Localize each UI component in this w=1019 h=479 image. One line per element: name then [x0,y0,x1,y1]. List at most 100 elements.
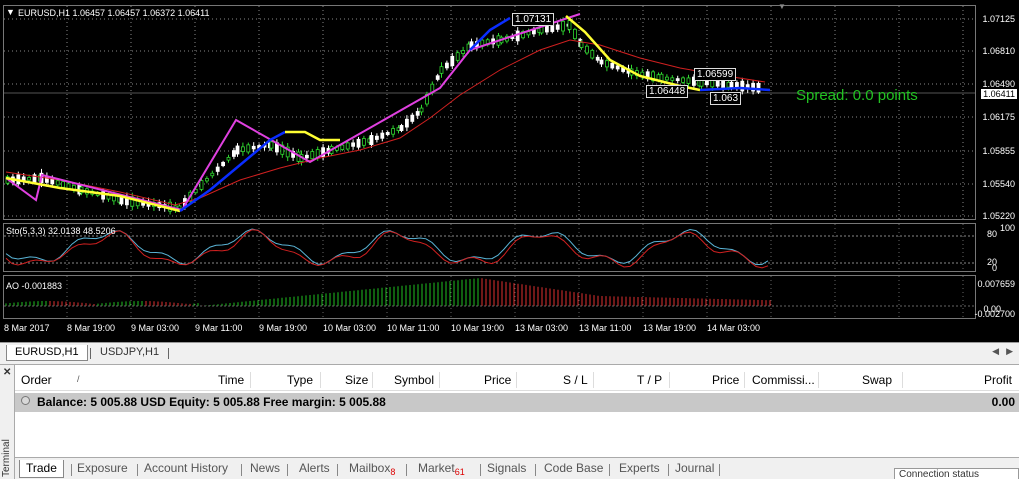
candle-body [351,142,356,147]
column-divider[interactable] [250,372,251,388]
column-divider[interactable] [372,372,373,388]
tab-news[interactable]: News [244,460,286,478]
tab-divider [609,464,610,476]
close-icon[interactable]: ✕ [3,367,11,378]
chart-canvas[interactable] [0,0,1019,342]
candle-body [385,132,390,136]
connection-status[interactable]: Connection status [894,468,1019,479]
candle-body [304,154,309,159]
tab-code-base[interactable]: Code Base [538,460,609,478]
main-chart-label: EURUSD,H1 1.06457 1.06457 1.06372 1.0641… [18,8,210,18]
column-divider[interactable] [593,372,594,388]
candle-body [455,52,460,61]
column-divider[interactable] [744,372,745,388]
candle-body [399,125,404,131]
chart-tab-usdjpy[interactable]: USDJPY,H1 [92,345,167,361]
price-axis-label: 1.05540 [982,179,1015,189]
column-size[interactable]: Size [345,373,368,387]
balance-summary: Balance: 5 005.88 USD Equity: 5 005.88 F… [37,395,386,409]
terminal-panel: ✕ Terminal Order / Time Type Size Symbol… [0,364,1019,479]
orders-table-header: Order / Time Type Size Symbol Price S / … [15,369,1019,391]
ao-axis-label: 0.007659 [977,279,1015,289]
candle-body [251,145,256,150]
stoch-axis-label: 0 [991,263,997,273]
candle-body [435,75,440,80]
candle-body [61,181,65,188]
column-profit[interactable]: Profit [984,373,1012,387]
scroll-left-icon[interactable]: ◀ [992,346,999,357]
chart-tab-bar: EURUSD,H1 USDJPY,H1 ◀ ▶ [0,342,1019,362]
terminal-sidebar: ✕ Terminal [0,365,15,479]
candle-body [444,62,449,69]
candle-body [391,128,396,135]
stochastic-label: Sto(5,3,3) 32.0138 48.5206 [6,226,116,236]
column-commission[interactable]: Commissi... [752,373,815,387]
column-divider[interactable] [320,372,321,388]
column-divider[interactable] [818,372,819,388]
trend-up-segment [699,86,771,92]
candle-body [310,151,315,160]
chart-tab-eurusd[interactable]: EURUSD,H1 [6,345,88,361]
tab-account-history[interactable]: Account History [138,460,234,478]
price-axis-label: 1.06490 [982,79,1015,89]
tab-divider [406,464,407,476]
stoch-axis-label: 80 [986,229,997,239]
column-tp[interactable]: T / P [637,373,662,387]
tab-divider [168,348,169,359]
tab-mailbox[interactable]: Mailbox8 [343,460,401,478]
mt4-window: ▼ EURUSD,H1 1.06457 1.06457 1.06372 1.06… [0,0,1019,479]
column-type[interactable]: Type [287,373,313,387]
candle-body [235,145,240,155]
scroll-right-icon[interactable]: ▶ [1006,346,1013,357]
tab-signals[interactable]: Signals [481,460,532,478]
candle-body [721,79,725,89]
candle-body [567,20,572,30]
column-divider[interactable] [439,372,440,388]
candle-body [356,138,361,148]
tab-label: Account History [144,461,229,475]
column-divider[interactable] [516,372,517,388]
candle-body [726,81,731,88]
tab-journal[interactable]: Journal [669,460,720,478]
time-axis-label: 8 Mar 19:00 [67,323,116,333]
candle-body [715,80,720,87]
tab-divider [241,464,242,476]
candle-body [595,56,600,61]
price-callout-high: 1.07131 [512,13,555,26]
balance-row[interactable]: Balance: 5 005.88 USD Equity: 5 005.88 F… [15,393,1019,412]
time-axis-label: 9 Mar 19:00 [259,323,308,333]
tab-divider [337,464,338,476]
column-sl[interactable]: S / L [563,373,588,387]
spread-text: Spread: 0.0 points [796,87,918,104]
column-order[interactable]: Order [21,373,52,387]
candle-body [204,178,209,182]
column-swap[interactable]: Swap [862,373,892,387]
tab-alerts[interactable]: Alerts [293,460,336,478]
column-symbol[interactable]: Symbol [394,373,434,387]
price-axis-label: 1.07125 [982,14,1015,24]
tab-experts[interactable]: Experts [613,460,666,478]
candle-body [374,135,379,140]
candle-body [681,77,685,83]
column-divider[interactable] [902,372,903,388]
column-time[interactable]: Time [218,373,244,387]
candle-body [27,177,32,181]
column-current-price[interactable]: Price [712,373,739,387]
candle-body [729,81,734,89]
trend-down-segment [285,130,340,142]
price-axis-label: 1.06810 [982,46,1015,56]
tab-exposure[interactable]: Exposure [71,460,134,478]
tab-label: Market [418,461,455,475]
chart-shift-marker-icon[interactable]: ▼ [778,2,786,11]
tab-label: Alerts [299,461,330,475]
column-divider[interactable] [669,372,670,388]
tab-trade[interactable]: Trade [19,460,64,478]
tab-market[interactable]: Market61 [412,460,471,478]
candle-body [210,172,215,177]
candle-body [380,132,385,139]
chart-collapse-icon[interactable]: ▼ [6,7,15,17]
price-chart[interactable]: ▼ EURUSD,H1 1.06457 1.06457 1.06372 1.06… [0,0,1019,342]
trend-up-segment [469,16,511,51]
column-price[interactable]: Price [484,373,511,387]
candle-body [240,146,245,152]
